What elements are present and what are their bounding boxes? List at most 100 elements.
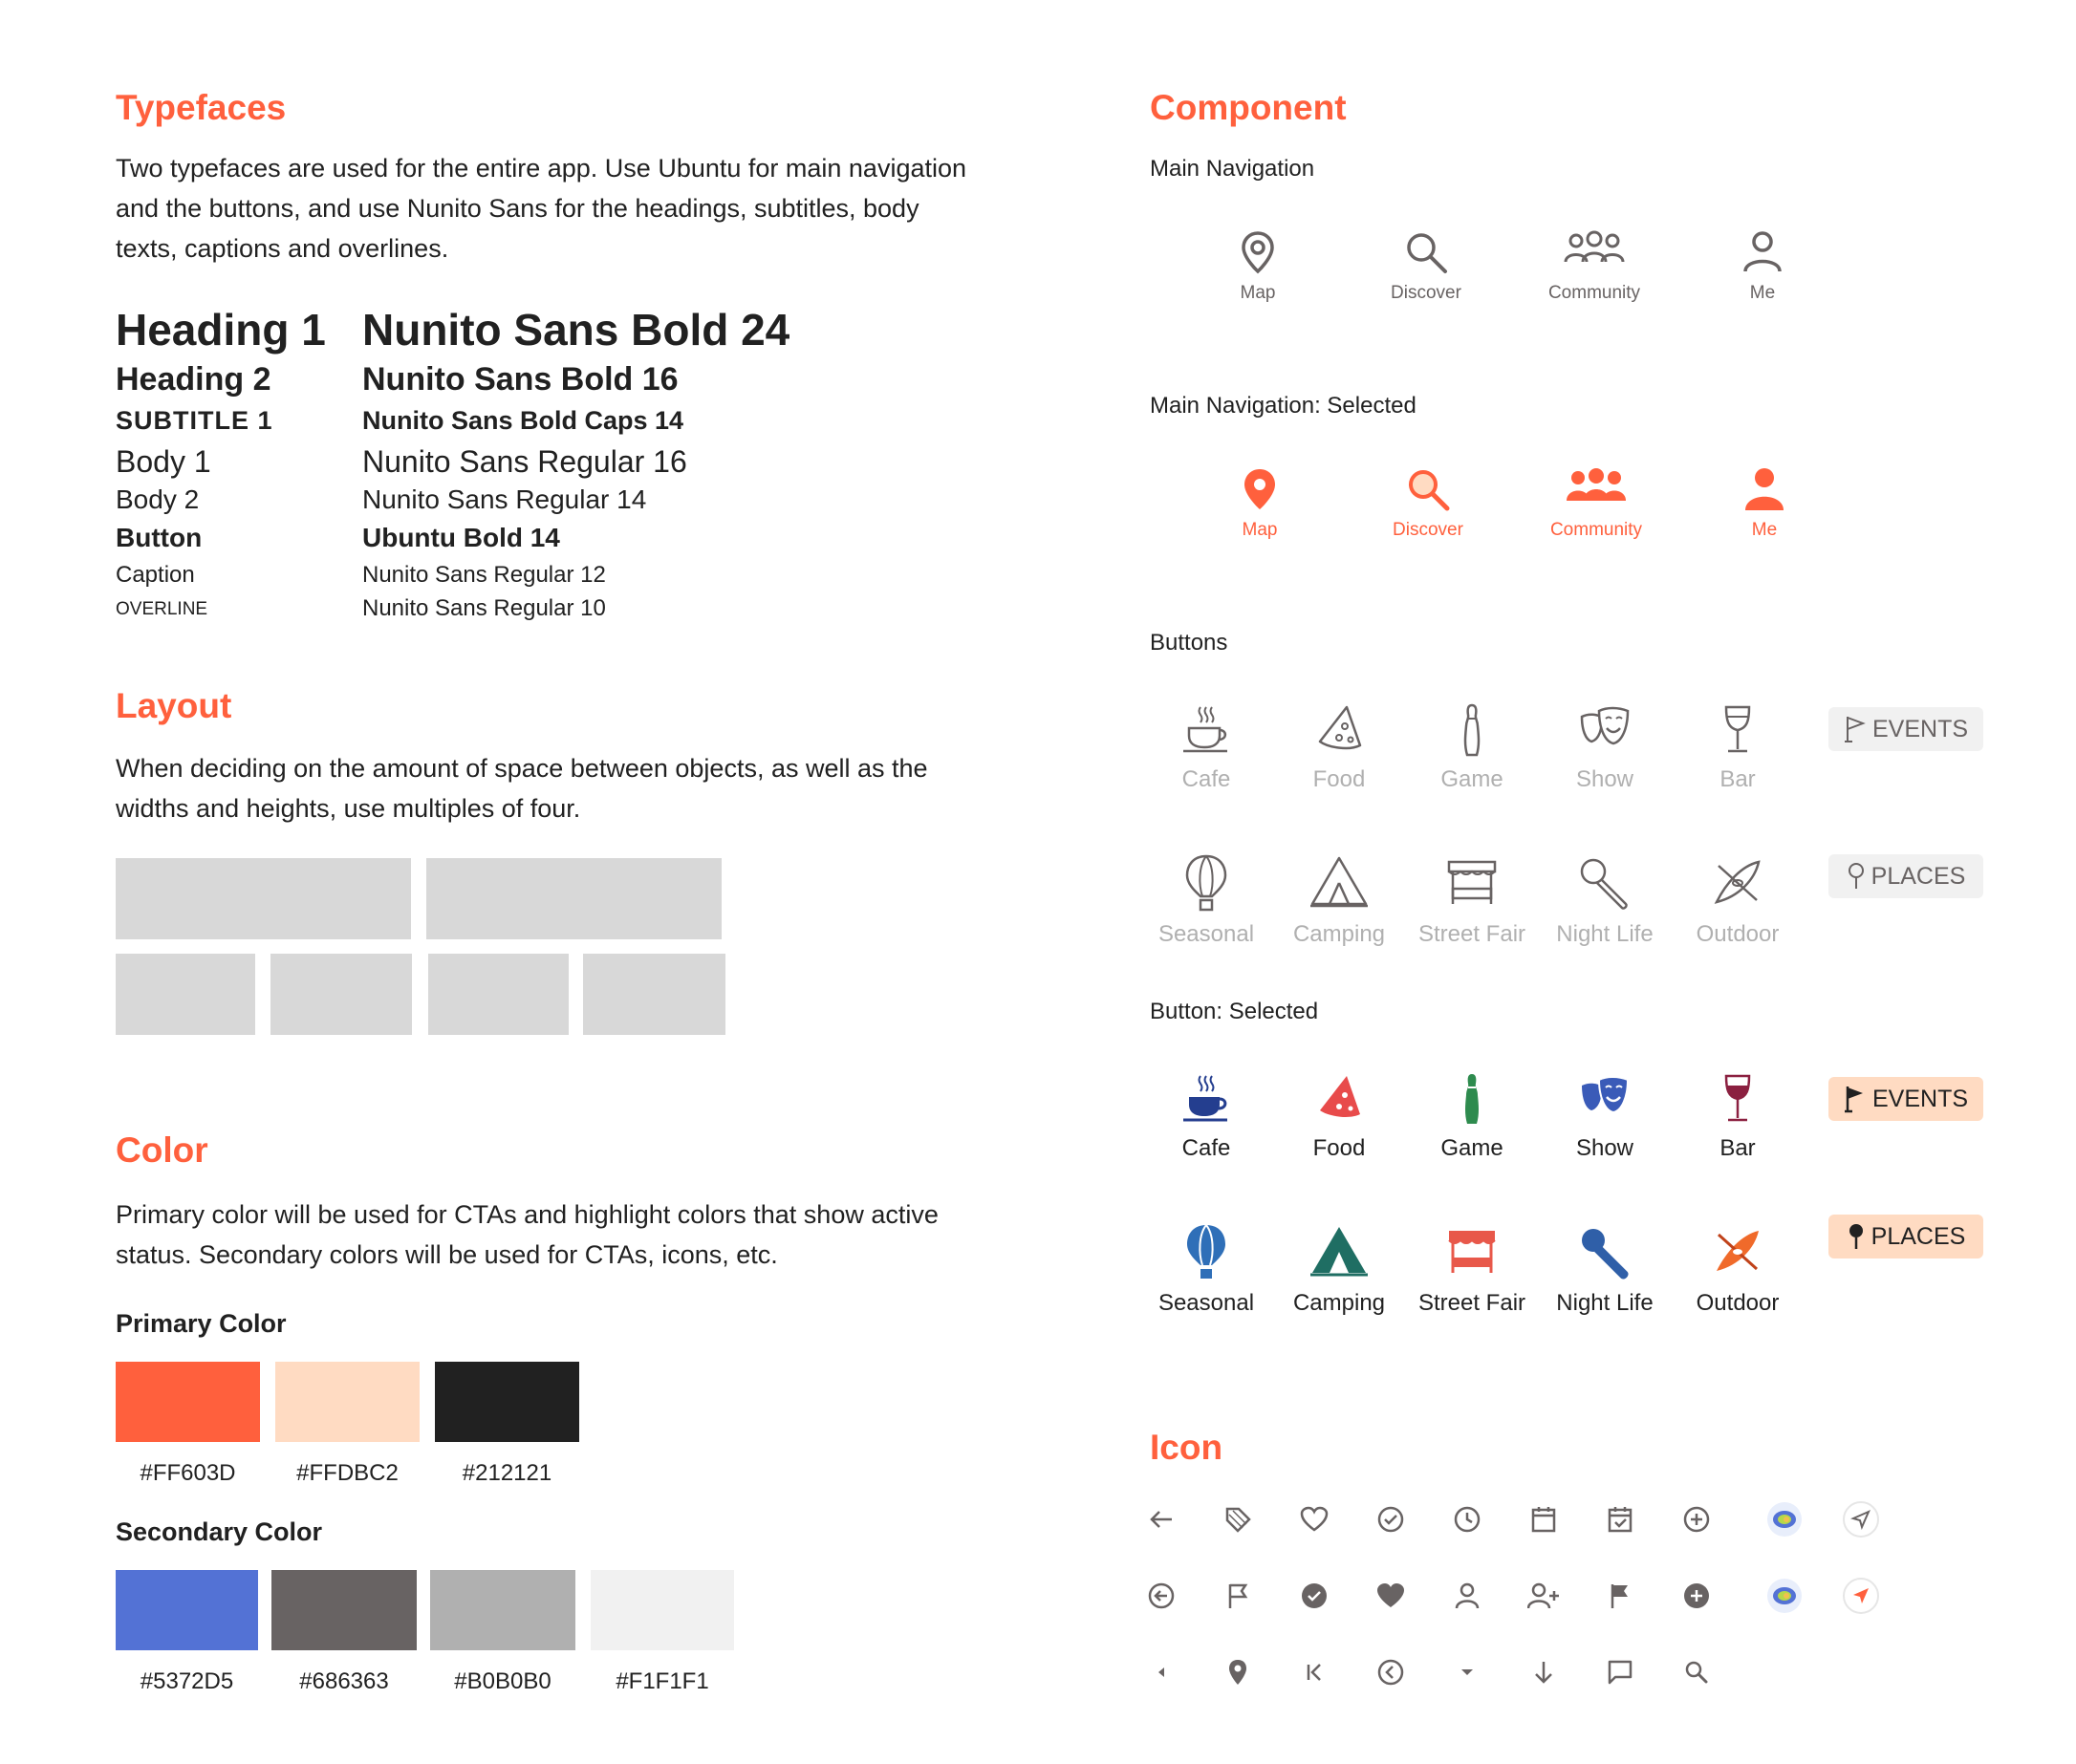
tent-icon: [1310, 856, 1368, 908]
pizza-slice-icon: [1320, 1076, 1360, 1117]
nav-item-map[interactable]: Map: [1196, 229, 1320, 304]
button-label-outdoor: Outdoor: [1696, 921, 1780, 947]
nav-item-discover-selected[interactable]: Discover: [1366, 466, 1490, 541]
person-add-icon[interactable]: [1525, 1577, 1563, 1615]
arrow-left-icon[interactable]: [1142, 1500, 1180, 1538]
layout-block-small-3: [428, 954, 569, 1035]
flag-outline-icon: [1844, 717, 1866, 742]
button-food[interactable]: Food: [1272, 703, 1406, 793]
button-show-selected[interactable]: Show: [1538, 1072, 1672, 1162]
events-button-selected[interactable]: EVENTS: [1828, 1077, 1983, 1121]
button-seasonal-selected[interactable]: Seasonal: [1139, 1223, 1273, 1317]
navigation-filled-icon[interactable]: [1842, 1577, 1880, 1615]
theater-masks-icon: [1582, 1076, 1630, 1114]
places-button-selected[interactable]: PLACES: [1828, 1215, 1983, 1258]
heart-outline-icon[interactable]: [1295, 1500, 1333, 1538]
button-label-camping: Camping: [1292, 921, 1386, 947]
calendar-icon[interactable]: [1525, 1500, 1563, 1538]
button-food-selected[interactable]: Food: [1272, 1072, 1406, 1162]
bowling-pin-icon: [1463, 703, 1481, 757]
button-label-street-fair: Street Fair: [1417, 921, 1526, 947]
button-street-fair[interactable]: Street Fair: [1405, 854, 1539, 948]
button-show[interactable]: Show: [1538, 703, 1672, 793]
primary-swatch-3: [435, 1362, 579, 1442]
button-camping-selected[interactable]: Camping: [1272, 1223, 1406, 1317]
button-seasonal[interactable]: Seasonal: [1139, 854, 1273, 948]
caret-left-icon[interactable]: [1142, 1653, 1180, 1691]
button-night-life-selected[interactable]: Night Life: [1538, 1223, 1672, 1317]
events-button[interactable]: EVENTS: [1828, 707, 1983, 751]
nav-item-me[interactable]: Me: [1700, 229, 1825, 304]
arrow-down-icon[interactable]: [1525, 1653, 1563, 1691]
places-button[interactable]: PLACES: [1828, 854, 1983, 898]
market-stall-icon: [1448, 1231, 1496, 1273]
nav-item-discover[interactable]: Discover: [1364, 229, 1488, 304]
button-label-food: Food: [1312, 766, 1366, 792]
button-night-life[interactable]: Night Life: [1538, 854, 1672, 948]
person-icon: [1745, 468, 1784, 510]
arrow-left-circle-icon[interactable]: [1142, 1577, 1180, 1615]
button-outdoor[interactable]: Outdoor: [1671, 854, 1805, 948]
plus-circle-filled-icon[interactable]: [1677, 1577, 1716, 1615]
button-street-fair-selected[interactable]: Street Fair: [1405, 1223, 1539, 1317]
user-location-icon[interactable]: [1765, 1577, 1804, 1615]
flag-outline-icon[interactable]: [1219, 1577, 1257, 1615]
search-icon[interactable]: [1677, 1653, 1716, 1691]
map-pin-icon: [1244, 469, 1275, 509]
caret-down-icon[interactable]: [1448, 1653, 1486, 1691]
button-cafe-selected[interactable]: Cafe: [1139, 1072, 1273, 1162]
skip-back-icon[interactable]: [1295, 1653, 1333, 1691]
community-icon: [1564, 230, 1625, 263]
caption-spec: Nunito Sans Regular 12: [362, 562, 606, 588]
nav-label-me: Me: [1749, 283, 1776, 303]
pizza-slice-icon: [1318, 705, 1362, 750]
nav-item-community[interactable]: Community: [1532, 229, 1656, 304]
events-button-label: EVENTS: [1871, 715, 1969, 742]
clock-icon[interactable]: [1448, 1500, 1486, 1538]
primary-swatch-1: [116, 1362, 260, 1442]
navigation-outline-icon[interactable]: [1842, 1500, 1880, 1538]
heart-filled-icon[interactable]: [1372, 1577, 1410, 1615]
tag-icon[interactable]: [1219, 1500, 1257, 1538]
nav-item-map-selected[interactable]: Map: [1198, 466, 1322, 541]
button-game-selected[interactable]: Game: [1405, 1072, 1539, 1162]
calendar-check-icon[interactable]: [1601, 1500, 1639, 1538]
chat-icon[interactable]: [1601, 1653, 1639, 1691]
overline-label: OVERLINE: [116, 599, 208, 619]
places-button-label: PLACES: [1871, 862, 1966, 890]
button-label-night-life-selected: Night Life: [1556, 1290, 1654, 1316]
button-label-bar-selected: Bar: [1719, 1135, 1756, 1161]
pin-filled-icon[interactable]: [1219, 1653, 1257, 1691]
check-circle-outline-icon[interactable]: [1372, 1500, 1410, 1538]
flag-filled-icon[interactable]: [1601, 1577, 1639, 1615]
plus-circle-outline-icon[interactable]: [1677, 1500, 1716, 1538]
wine-glass-icon: [1724, 1074, 1751, 1122]
button-camping[interactable]: Camping: [1272, 854, 1406, 948]
buttons-title: Buttons: [1150, 630, 1228, 656]
primary-swatch-1-hex: #FF603D: [140, 1460, 236, 1486]
typefaces-title: Typefaces: [116, 88, 287, 127]
nav-item-community-selected[interactable]: Community: [1534, 466, 1658, 541]
button-bar-selected[interactable]: Bar: [1671, 1072, 1805, 1162]
button-label-outdoor-selected: Outdoor: [1696, 1290, 1780, 1316]
chevron-left-circle-icon[interactable]: [1372, 1653, 1410, 1691]
check-circle-filled-icon[interactable]: [1295, 1577, 1333, 1615]
button-bar[interactable]: Bar: [1671, 703, 1805, 793]
body-1-label: Body 1: [116, 444, 211, 479]
button-game[interactable]: Game: [1405, 703, 1539, 793]
button-label-food-selected: Food: [1312, 1135, 1366, 1161]
secondary-swatch-2: [271, 1570, 417, 1650]
button-outdoor-selected[interactable]: Outdoor: [1671, 1223, 1805, 1317]
button-label-seasonal-selected: Seasonal: [1157, 1290, 1255, 1316]
person-icon[interactable]: [1448, 1577, 1486, 1615]
heading-2-spec: Nunito Sans Bold 16: [362, 361, 679, 398]
user-location-icon[interactable]: [1765, 1500, 1804, 1538]
person-icon: [1743, 231, 1782, 272]
layout-block-wide-1: [116, 858, 411, 939]
button-label-street-fair-selected: Street Fair: [1417, 1290, 1526, 1316]
nav-item-me-selected[interactable]: Me: [1702, 466, 1827, 541]
button-label: Button: [116, 523, 203, 552]
subtitle-1-spec: Nunito Sans Bold Caps 14: [362, 406, 684, 435]
button-cafe[interactable]: Cafe: [1139, 703, 1273, 793]
microphone-icon: [1580, 858, 1628, 910]
